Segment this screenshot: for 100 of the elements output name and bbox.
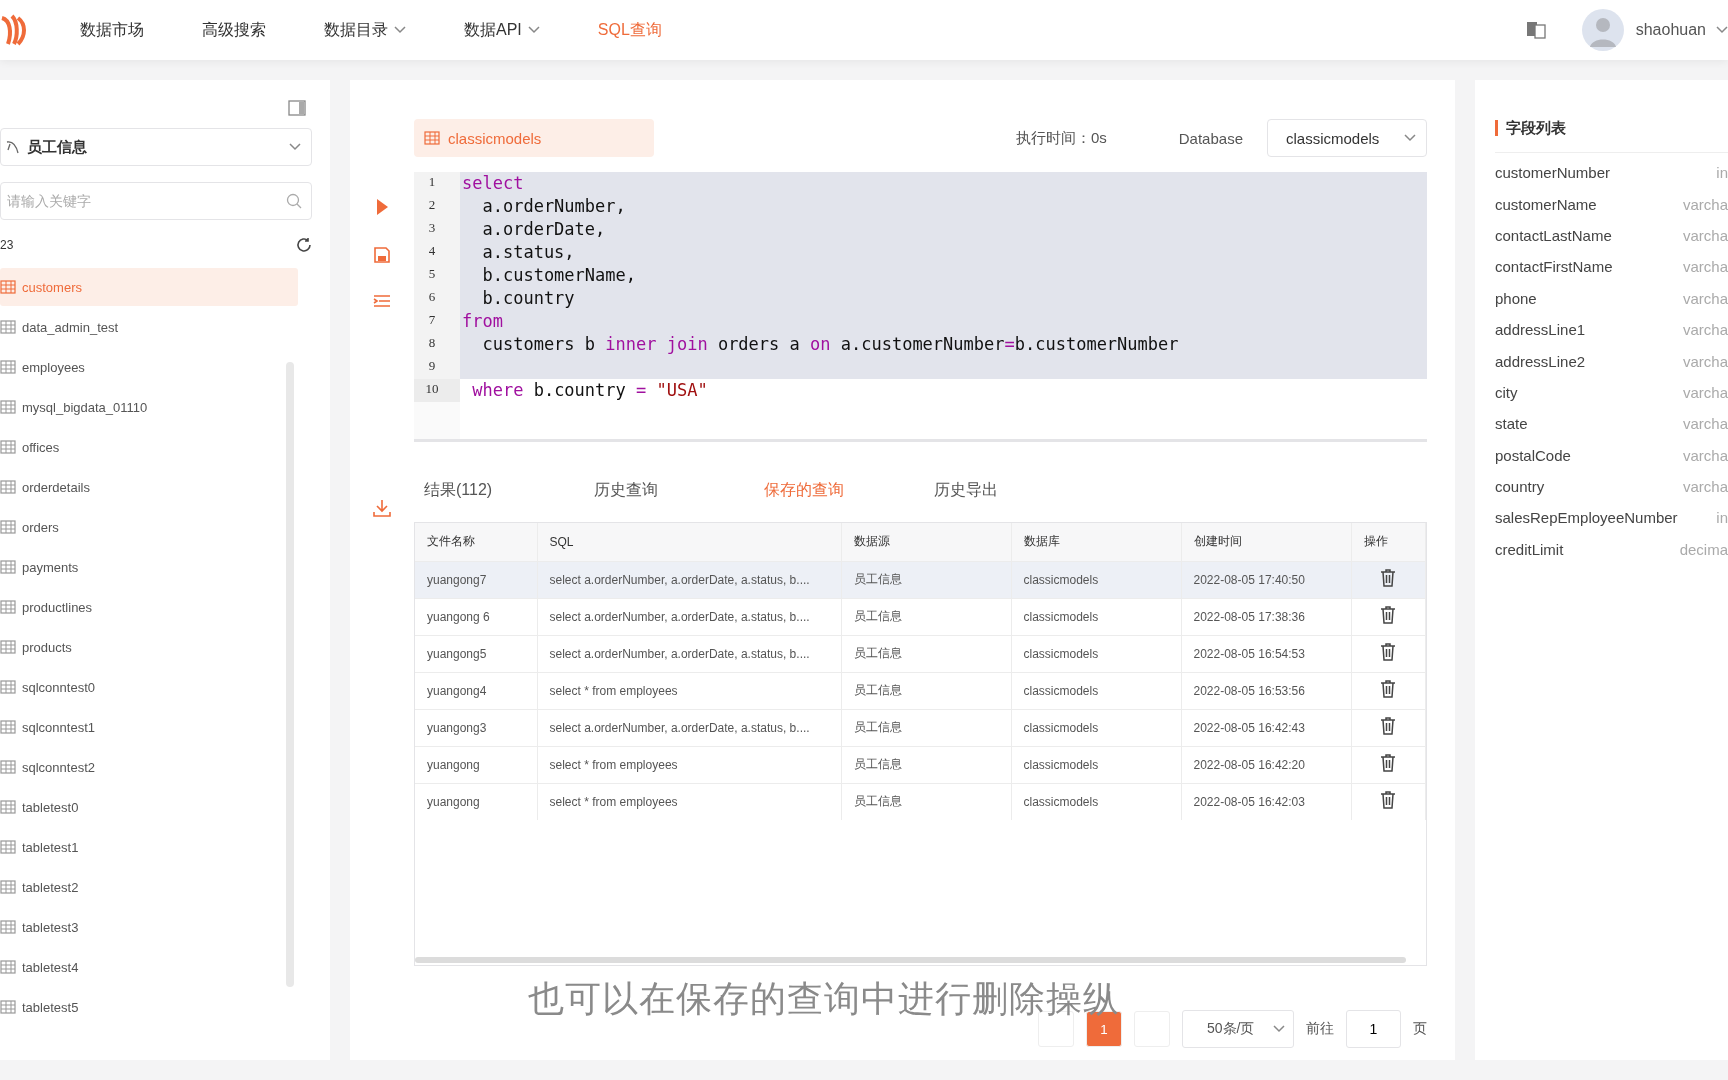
table-item[interactable]: employees [0,348,298,386]
delete-icon[interactable] [1378,753,1397,773]
table-icon [0,880,16,894]
table-item[interactable]: payments [0,548,298,586]
field-name: country [1495,478,1545,496]
table-item[interactable]: sqlconntest0 [0,668,298,706]
table-icon [0,640,16,654]
table-cell: select * from employees [537,783,841,820]
table-cell: classicmodels [1011,598,1181,635]
table-item[interactable]: productlines [0,588,298,626]
result-tab[interactable]: 历史导出 [934,479,1104,501]
nav-link[interactable]: 数据市场 [80,19,144,41]
field-name: salesRepEmployeeNumber [1495,509,1678,527]
table-cell: 员工信息 [841,635,1011,672]
field-name: customerName [1495,195,1597,213]
download-icon[interactable] [372,498,392,518]
line-number: 2 [414,195,460,218]
datasource-select[interactable]: 员工信息 [0,128,312,166]
line-number: 1 [414,172,460,195]
field-type: varcha [1682,226,1728,244]
table-icon [0,360,16,374]
field-type: decima [1679,540,1728,558]
format-icon[interactable] [373,294,391,308]
field-type: varcha [1682,258,1728,276]
table-cell: 员工信息 [841,561,1011,598]
table-icon [424,131,440,145]
refresh-icon[interactable] [296,237,312,253]
column-header: SQL [537,523,841,561]
field-name: postalCode [1495,446,1571,464]
table-item[interactable]: tabletest1 [0,828,298,866]
line-number: 5 [414,264,460,287]
sql-editor[interactable]: 1 select 2 a.orderNumber, 3 a.orderDate, 4 a.status, 5 b.customerName, 6 b.country 7 from 8 customers b inner join orders a on a.customerNumber=b.customerNumber 9 10 where b.country = "USA" [414,172,1427,442]
nav-link[interactable]: 数据目录 [324,19,406,41]
table-item[interactable]: tabletest0 [0,788,298,826]
delete-icon[interactable] [1378,679,1397,699]
user-name[interactable]: shaohuan [1635,21,1706,39]
delete-icon[interactable] [1378,790,1397,811]
table-item[interactable]: offices [0,428,298,466]
table-item[interactable]: mysql_bigdata_01110 [0,388,298,426]
table-item[interactable]: products [0,628,298,666]
field-name: addressLine2 [1495,352,1586,370]
table-icon [0,520,16,534]
table-count: 23 [0,238,14,252]
table-cell: 员工信息 [841,709,1011,746]
search-field[interactable]: 请输入关键字 [0,182,312,220]
table-icon [0,280,16,294]
code-line: b.customerName, [481,264,636,287]
database-select[interactable]: classicmodels [1267,119,1427,157]
table-cell: select a.orderNumber, a.orderDate, a.status, b.... [537,561,841,598]
play-icon[interactable] [375,198,389,216]
table-item[interactable]: sqlconntest1 [0,708,298,746]
field-name: addressLine1 [1495,321,1586,339]
caret-icon [289,143,301,151]
table-item[interactable]: tabletest5 [0,988,298,1026]
table-cell: classicmodels [1011,672,1181,709]
field-name: customerNumber [1495,164,1611,182]
field-type: varcha [1682,195,1728,213]
delete-icon[interactable] [1378,605,1397,625]
field-name: creditLimit [1495,540,1564,558]
table-item[interactable]: tabletest3 [0,908,298,946]
page-unit: 页 [1413,1020,1427,1038]
table-cell: classicmodels [1011,709,1181,746]
page-input[interactable]: 1 [1346,1010,1401,1048]
line-number: 9 [414,356,460,379]
nav-link[interactable]: 高级搜索 [202,19,266,41]
delete-icon[interactable] [1378,568,1397,588]
page-size-select[interactable]: 50条/页 [1182,1010,1294,1048]
nav-link[interactable]: 数据API [464,19,540,41]
table-item[interactable]: tabletest4 [0,948,298,986]
caret-icon [1716,26,1728,34]
delete-icon[interactable] [1378,642,1397,662]
table-cell: yuangong4 [415,672,537,709]
delete-icon[interactable] [1378,716,1397,736]
table-cell: select a.orderNumber, a.orderDate, a.status, b.... [537,635,841,672]
code-line: a.orderNumber, [481,195,626,218]
table-item[interactable]: tabletest2 [0,868,298,906]
field-type: varcha [1682,383,1728,401]
avatar-icon[interactable] [1581,9,1624,51]
result-tab[interactable]: 结果(112) [424,479,594,501]
table-cell: 2022-08-05 16:42:03 [1181,783,1351,820]
table-cell: 2022-08-05 16:53:56 [1181,672,1351,709]
table-item[interactable]: orders [0,508,298,546]
result-tab[interactable]: 历史查询 [594,479,764,501]
save-icon[interactable] [373,246,391,264]
table-item[interactable]: sqlconntest2 [0,748,298,786]
translate-icon[interactable] [1525,21,1546,39]
table-cell: 员工信息 [841,672,1011,709]
line-number-gutter [414,402,460,439]
table-cell: 2022-08-05 16:42:20 [1181,746,1351,783]
field-name: city [1495,383,1518,401]
field-type: in [1716,509,1728,527]
caret-icon [1273,1025,1285,1033]
scrollbar[interactable] [415,957,1406,963]
column-header: 创建时间 [1181,523,1351,561]
table-item[interactable]: data_admin_test [0,308,298,346]
table-item[interactable]: orderdetails [0,468,298,506]
code-line: from [461,310,503,333]
table-icon [0,440,16,454]
collapse-icon[interactable] [288,100,306,116]
line-number: 7 [414,310,460,333]
